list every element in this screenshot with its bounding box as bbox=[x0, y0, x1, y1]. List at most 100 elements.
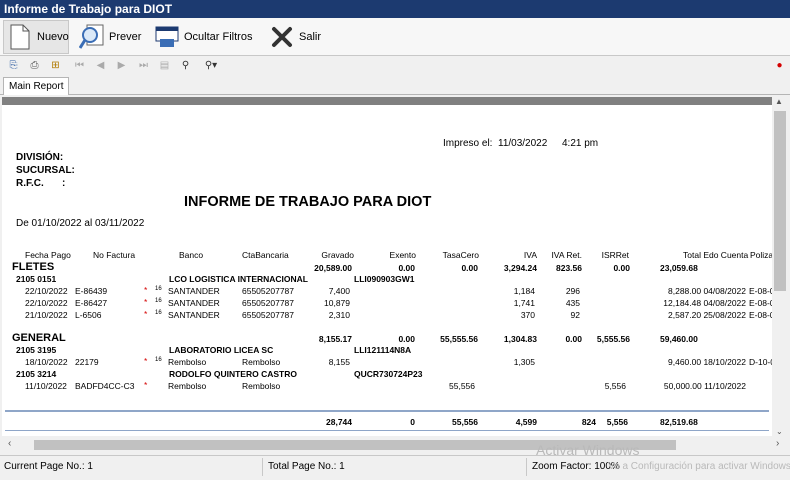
export-icon[interactable]: ⎘ bbox=[7, 60, 20, 72]
nuevo-button[interactable]: Nuevo bbox=[3, 20, 69, 54]
row-banco: Rembolso bbox=[168, 357, 207, 367]
row-total: 12,184.48 04/08/2022 bbox=[663, 298, 746, 308]
group-exento: 0.00 bbox=[398, 334, 415, 344]
goto-page-icon[interactable]: ▤ bbox=[158, 60, 171, 72]
report-top-border bbox=[2, 97, 788, 105]
total-gravado: 28,744 bbox=[326, 417, 352, 427]
first-page-icon[interactable]: ⏮ bbox=[73, 60, 86, 72]
row-isrret: 5,556 bbox=[604, 381, 626, 391]
row-poliza: D-10-0 bbox=[749, 357, 772, 367]
row-red-mark: * bbox=[144, 380, 148, 390]
column-header: Poliza bbox=[750, 250, 772, 260]
zoom-dropdown-icon[interactable]: ⚲▾ bbox=[200, 60, 222, 72]
next-page-icon[interactable]: ▶ bbox=[115, 60, 128, 72]
supplier-rfc: LLI121114N8A bbox=[354, 345, 412, 355]
printed-label: Impreso el: bbox=[443, 138, 493, 149]
column-header: ISRRet bbox=[601, 250, 629, 260]
ocultar-filtros-label: Ocultar Filtros bbox=[184, 31, 253, 43]
row-ivaret: 296 bbox=[565, 286, 580, 296]
row-red-mark: * bbox=[144, 297, 148, 307]
supplier-name: LABORATORIO LICEA SC bbox=[169, 345, 274, 355]
account-number: 2105 0151 bbox=[16, 274, 57, 284]
last-page-icon[interactable]: ⏭ bbox=[137, 60, 150, 72]
group-gravado: 20,589.00 bbox=[314, 263, 352, 273]
scroll-up-icon[interactable]: ▲ bbox=[775, 97, 783, 106]
row-factura: E-86439 bbox=[75, 286, 108, 296]
group-isrret: 5,555.56 bbox=[596, 334, 630, 344]
date-range: De 01/10/2022 al 03/11/2022 bbox=[16, 218, 145, 229]
horizontal-scrollbar[interactable]: ‹ › bbox=[2, 437, 788, 453]
status-divider bbox=[262, 458, 263, 476]
report-tabstrip: Main Report bbox=[0, 76, 790, 95]
row-poliza: E-08-0 bbox=[749, 298, 772, 308]
total-isrret: 5,556 bbox=[606, 417, 628, 427]
column-header: Banco bbox=[179, 250, 204, 260]
row-cuenta: 65505207787 bbox=[242, 298, 295, 308]
tab-main-report[interactable]: Main Report bbox=[3, 77, 70, 95]
account-number: 2105 3214 bbox=[16, 369, 57, 379]
row-iva-rate: 16 bbox=[155, 357, 162, 363]
error-indicator-icon: ● bbox=[776, 60, 783, 71]
report-viewer-toolbar: ⎘ ⎙ ⊞ ⏮ ◀ ▶ ⏭ ▤ ⚲ ⚲▾ ● bbox=[0, 57, 790, 75]
sucursal-label: SUCURSAL: bbox=[16, 165, 75, 176]
total-page-status: Total Page No.: 1 bbox=[268, 461, 345, 472]
vertical-scroll-thumb[interactable] bbox=[774, 111, 786, 291]
row-ivaret: 92 bbox=[570, 310, 580, 320]
prever-label: Prever bbox=[109, 31, 142, 43]
group-name: GENERAL bbox=[12, 332, 66, 344]
row-banco: SANTANDER bbox=[168, 298, 220, 308]
row-factura: 22179 bbox=[75, 357, 99, 367]
prever-button[interactable]: Prever bbox=[76, 20, 142, 54]
scroll-right-icon[interactable]: › bbox=[776, 438, 779, 449]
group-tasacero: 55,555.56 bbox=[440, 334, 478, 344]
row-iva: 1,305 bbox=[513, 357, 535, 367]
scroll-left-icon[interactable]: ‹ bbox=[8, 438, 11, 449]
row-cuenta: Rembolso bbox=[242, 381, 281, 391]
column-header: Total Edo Cuenta bbox=[683, 250, 749, 260]
print-icon[interactable]: ⎙ bbox=[28, 60, 41, 72]
total-tasacero: 55,556 bbox=[452, 417, 478, 427]
group-total: 23,059.68 bbox=[660, 263, 698, 273]
row-factura: BADFD4CC-C3 bbox=[75, 381, 135, 391]
row-gravado: 7,400 bbox=[328, 286, 350, 296]
row-factura: L-6506 bbox=[75, 310, 102, 320]
rfc-label: R.F.C. bbox=[16, 178, 44, 189]
new-document-icon bbox=[7, 23, 33, 51]
salir-button[interactable]: Salir bbox=[266, 20, 322, 54]
total-edo-cuenta: 82,519.68 bbox=[660, 417, 698, 427]
column-header: TasaCero bbox=[442, 250, 479, 260]
close-x-icon bbox=[269, 23, 295, 51]
ocultar-filtros-button[interactable]: Ocultar Filtros bbox=[151, 20, 255, 54]
row-ivaret: 435 bbox=[565, 298, 580, 308]
group-isrret: 0.00 bbox=[613, 263, 630, 273]
preview-magnifier-icon bbox=[78, 23, 105, 51]
scroll-down-icon[interactable]: ⌄ bbox=[776, 427, 783, 436]
previous-page-icon[interactable]: ◀ bbox=[94, 60, 107, 72]
row-fecha: 21/10/2022 bbox=[25, 310, 68, 320]
row-banco: SANTANDER bbox=[168, 310, 220, 320]
row-cuenta: 65505207787 bbox=[242, 286, 295, 296]
current-page-status: Current Page No.: 1 bbox=[4, 461, 93, 472]
row-total: 50,000.00 11/10/2022 bbox=[663, 381, 746, 391]
supplier-rfc: LLI090903GW1 bbox=[354, 274, 415, 284]
group-total: 59,460.00 bbox=[660, 334, 698, 344]
row-gravado: 8,155 bbox=[328, 357, 350, 367]
row-red-mark: * bbox=[144, 309, 148, 319]
column-header: Exento bbox=[389, 250, 416, 260]
total-exento: 0 bbox=[410, 417, 415, 427]
group-tree-icon[interactable]: ⊞ bbox=[49, 60, 62, 72]
row-poliza: E-08-0 bbox=[749, 286, 772, 296]
rfc-colon: : bbox=[62, 178, 66, 189]
group-name: FLETES bbox=[12, 261, 55, 273]
filter-window-icon bbox=[154, 23, 180, 51]
vertical-scrollbar[interactable]: ▲ ⌄ bbox=[772, 97, 788, 438]
find-binoculars-icon[interactable]: ⚲ bbox=[179, 60, 192, 72]
group-exento: 0.00 bbox=[398, 263, 415, 273]
group-gravado: 8,155.17 bbox=[318, 334, 352, 344]
row-cuenta: 65505207787 bbox=[242, 310, 295, 320]
row-fecha: 22/10/2022 bbox=[25, 298, 68, 308]
activation-watermark-subtitle: Ve a Configuración para activar Windows. bbox=[608, 461, 790, 472]
row-tasacero: 55,556 bbox=[449, 381, 475, 391]
supplier-rfc: QUCR730724P23 bbox=[354, 369, 423, 379]
supplier-name: LCO LOGISTICA INTERNACIONAL bbox=[169, 274, 308, 284]
